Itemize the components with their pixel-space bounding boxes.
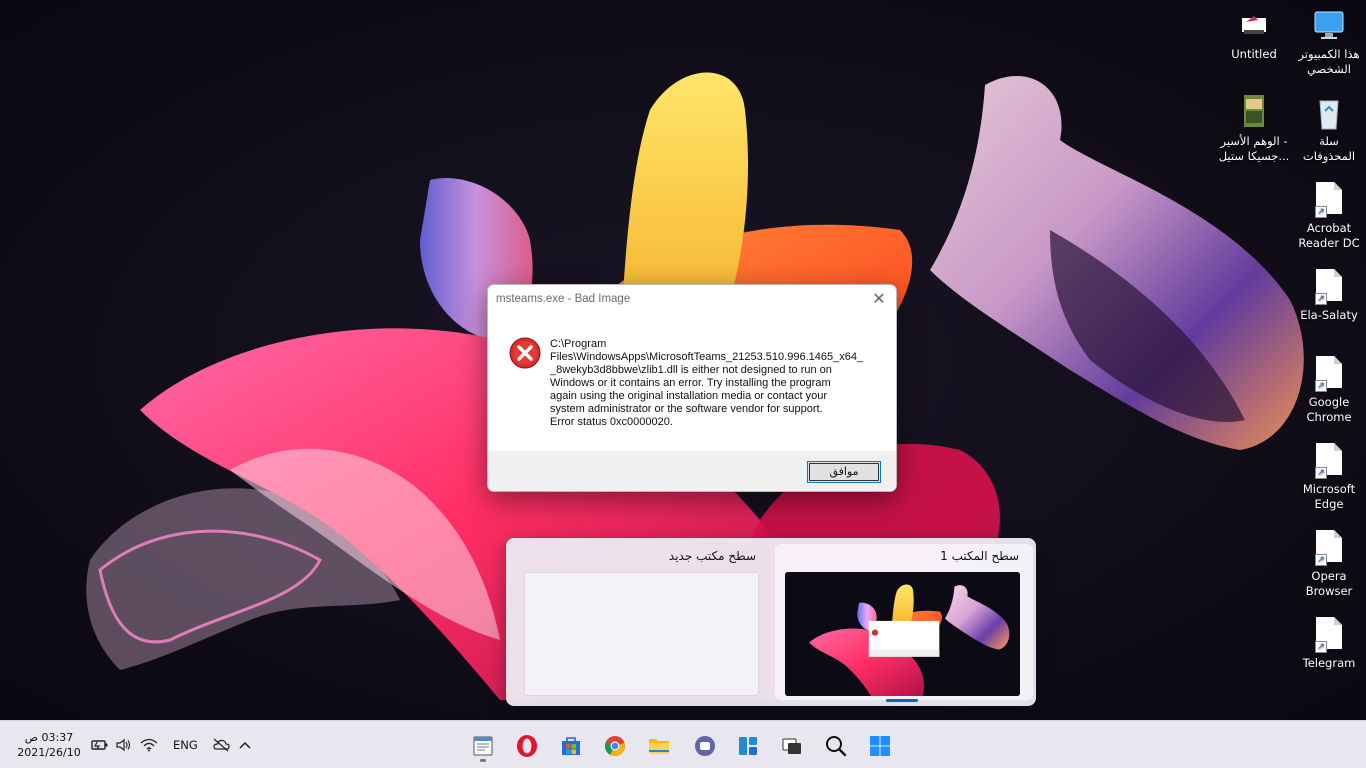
virtual-desktop-thumbnail[interactable] xyxy=(785,572,1020,696)
desktop-icon-untitled[interactable]: Untitled xyxy=(1215,8,1293,62)
widgets-icon[interactable] xyxy=(728,729,768,763)
task-view-desktops-flyout: سطح مكتب جديد سطح المكتب 1 xyxy=(506,538,1036,706)
shortcut-file-icon: ↗ xyxy=(1311,269,1347,305)
clock-date: 2021/26/10 xyxy=(17,746,81,759)
input-language-indicator[interactable]: ENG xyxy=(173,738,198,752)
microsoft-store-icon[interactable] xyxy=(551,729,591,763)
system-clock[interactable]: 03:37 ص 2021/26/10 xyxy=(10,730,88,760)
current-desktop-indicator xyxy=(886,699,918,702)
this-pc-icon xyxy=(1311,8,1347,44)
virtual-desktop-1[interactable]: سطح المكتب 1 xyxy=(775,544,1033,700)
file-explorer-icon[interactable] xyxy=(639,729,679,763)
virtual-desktop-thumbnail[interactable] xyxy=(524,572,759,696)
dialog-footer: موافق xyxy=(488,451,896,491)
desktop-icon-telegram[interactable]: ↗ Telegram xyxy=(1290,615,1366,671)
volume-icon[interactable] xyxy=(114,735,134,755)
start-icon[interactable] xyxy=(860,729,900,763)
battery-icon[interactable] xyxy=(90,735,110,755)
task-view-icon[interactable] xyxy=(772,729,812,763)
desktop-icon-this-pc[interactable]: هذا الكمبيوتر الشخصي xyxy=(1290,8,1366,77)
shortcut-file-icon: ↗ xyxy=(1311,530,1347,566)
desktop-thumbnail-image xyxy=(785,572,1020,696)
virtual-desktop-new[interactable]: سطح مكتب جديد xyxy=(512,544,770,700)
virtual-desktop-name: سطح المكتب 1 xyxy=(940,549,1019,563)
close-icon[interactable]: ✕ xyxy=(870,290,888,308)
desktop-icon-acrobat[interactable]: ↗ Acrobat Reader DC xyxy=(1290,180,1366,251)
error-dialog: msteams.exe - Bad Image ✕ C:\Program Fil… xyxy=(487,284,897,492)
chrome-icon[interactable] xyxy=(595,729,635,763)
desktop-icon-ela-salaty[interactable]: ↗ Ela-Salaty xyxy=(1290,267,1366,323)
opera-icon[interactable] xyxy=(507,729,547,763)
shortcut-file-icon: ↗ xyxy=(1311,356,1347,392)
error-icon xyxy=(509,337,541,369)
dialog-title: msteams.exe - Bad Image xyxy=(496,293,631,305)
dialog-titlebar[interactable]: msteams.exe - Bad Image ✕ xyxy=(488,285,896,315)
desktop-icon-opera[interactable]: ↗ Opera Browser xyxy=(1290,528,1366,599)
virtual-desktop-name: سطح مكتب جديد xyxy=(668,549,756,563)
clock-time: 03:37 ص xyxy=(24,731,74,744)
desktop-icon-chrome[interactable]: ↗ Google Chrome xyxy=(1290,354,1366,425)
recycle-bin-icon xyxy=(1311,95,1347,131)
taskbar: 03:37 ص 2021/26/10 ENG xyxy=(0,720,1366,768)
desktop-icon-edge[interactable]: ↗ Microsoft Edge xyxy=(1290,441,1366,512)
paint-file-icon xyxy=(1236,8,1272,44)
chevron-up-icon[interactable] xyxy=(235,735,255,755)
book-cover-icon xyxy=(1236,95,1272,131)
shortcut-file-icon: ↗ xyxy=(1311,617,1347,653)
search-icon[interactable] xyxy=(816,729,856,763)
teams-chat-icon[interactable] xyxy=(685,729,725,763)
shortcut-file-icon: ↗ xyxy=(1311,182,1347,218)
ok-button[interactable]: موافق xyxy=(807,461,881,483)
running-indicator xyxy=(480,759,486,762)
onedrive-icon[interactable] xyxy=(211,735,231,755)
desktop-icon-book[interactable]: الوهم الأسير - جسيكا ستيل... xyxy=(1215,95,1293,164)
error-message: C:\Program Files\WindowsApps\MicrosoftTe… xyxy=(550,338,864,428)
notepad-app-icon[interactable] xyxy=(463,729,503,763)
shortcut-file-icon: ↗ xyxy=(1311,443,1347,479)
wifi-icon[interactable] xyxy=(139,735,159,755)
dialog-body: C:\Program Files\WindowsApps\MicrosoftTe… xyxy=(488,315,896,451)
desktop-icon-recycle-bin[interactable]: سلة المحذوفات xyxy=(1290,95,1366,164)
